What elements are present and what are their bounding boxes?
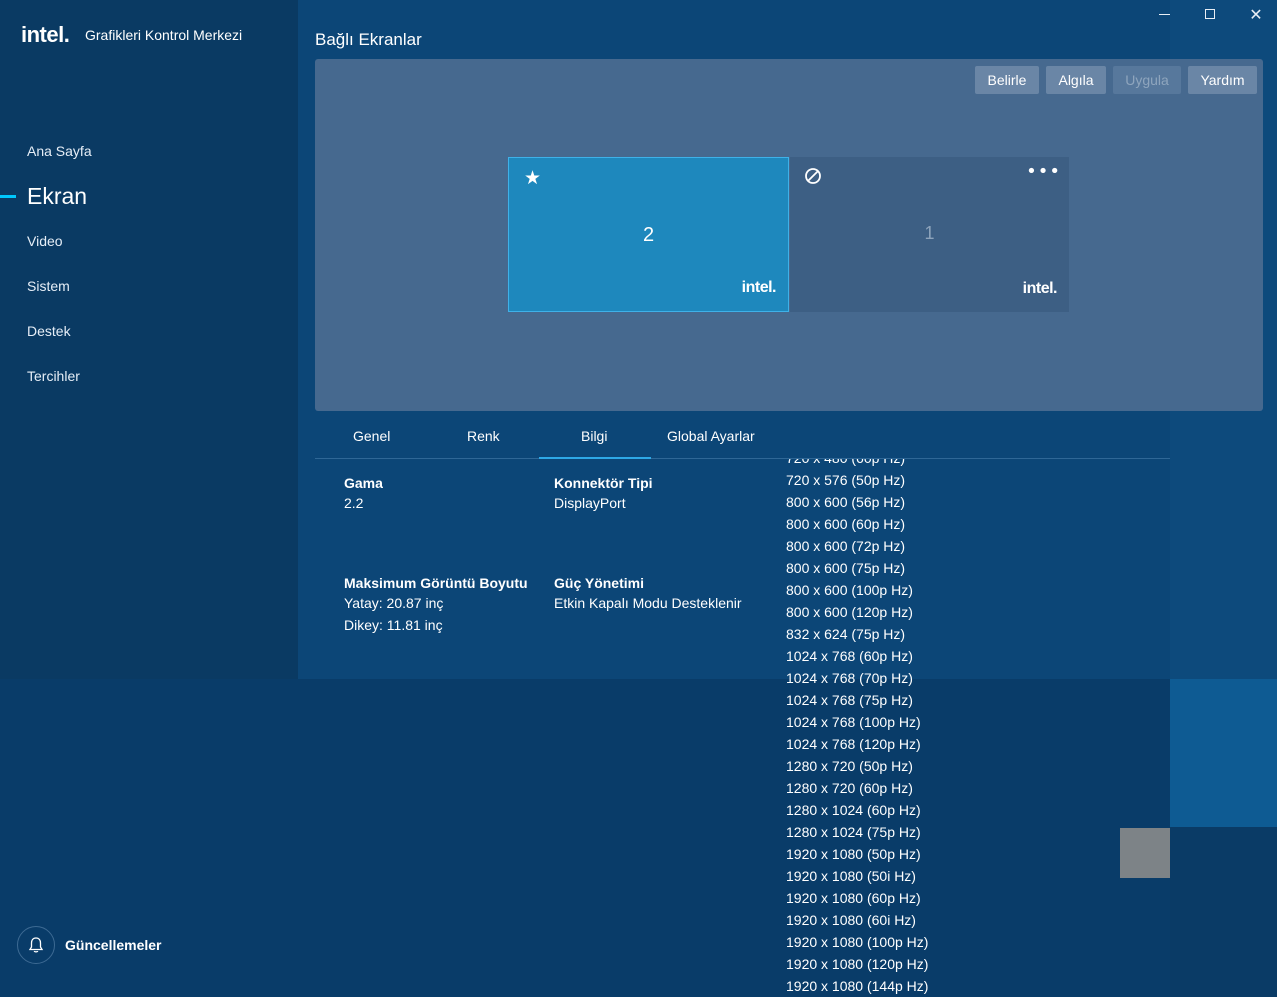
resolution-list-item: 1024 x 768 (75p Hz) xyxy=(786,692,913,708)
disabled-icon xyxy=(804,167,822,189)
star-icon: ★ xyxy=(524,167,542,189)
resolution-list-item: 1024 x 768 (100p Hz) xyxy=(786,714,921,730)
intel-logo: intel. xyxy=(1022,280,1058,297)
connector-type-value: DisplayPort xyxy=(554,495,626,511)
minimize-icon xyxy=(1158,13,1170,15)
resolution-list-item: 800 x 600 (120p Hz) xyxy=(786,604,913,620)
tab-global-settings[interactable]: Global Ayarlar xyxy=(667,428,755,444)
active-tab-indicator xyxy=(539,457,651,459)
gamma-label: Gama xyxy=(344,475,383,491)
minimize-button[interactable] xyxy=(1141,0,1187,28)
resolution-list-item: 1920 x 1080 (60p Hz) xyxy=(786,890,921,906)
resolution-list-item: 1024 x 768 (70p Hz) xyxy=(786,670,913,686)
resolution-list-item: 720 x 576 (50p Hz) xyxy=(786,472,906,488)
monitor-number: 1 xyxy=(924,223,935,243)
resolution-list-item: 800 x 600 (56p Hz) xyxy=(786,494,906,510)
apply-button[interactable]: Uygula xyxy=(1113,66,1181,94)
resolution-list-item: 1024 x 768 (60p Hz) xyxy=(786,648,913,664)
resolution-list-item: 720 x 480 (60p Hz) xyxy=(786,459,928,469)
nav-item-preferences[interactable]: Tercihler xyxy=(27,368,80,384)
background-block xyxy=(1170,827,1277,997)
resolution-list-item: 1280 x 1024 (60p Hz) xyxy=(786,802,921,818)
display-arrangement-panel xyxy=(315,59,1263,411)
maximize-button[interactable] xyxy=(1187,0,1233,28)
updates-label: Güncellemeler xyxy=(65,937,162,953)
power-management-label: Güç Yönetimi xyxy=(554,575,644,591)
monitor-tile-2[interactable]: ★ 2 intel. xyxy=(508,157,789,312)
monitor-tile-1[interactable]: ••• 1 intel. xyxy=(790,157,1069,312)
resolution-list-item: 832 x 624 (75p Hz) xyxy=(786,626,906,642)
bell-icon xyxy=(17,926,55,964)
tab-color[interactable]: Renk xyxy=(467,428,500,444)
tab-general[interactable]: Genel xyxy=(353,428,390,444)
nav-item-display[interactable]: Ekran xyxy=(27,183,87,210)
gamma-value: 2.2 xyxy=(344,495,364,511)
help-button[interactable]: Yardım xyxy=(1188,66,1257,94)
more-options-icon[interactable]: ••• xyxy=(1026,161,1061,182)
resolution-list-item: 800 x 600 (100p Hz) xyxy=(786,582,913,598)
nav-item-system[interactable]: Sistem xyxy=(27,278,70,294)
close-icon: ✕ xyxy=(1249,4,1263,24)
intel-logo: intel. xyxy=(21,22,70,47)
monitor-number: 2 xyxy=(642,224,655,246)
active-nav-indicator xyxy=(0,195,16,198)
updates-button[interactable]: Güncellemeler xyxy=(17,926,162,964)
resolution-list-item: 800 x 600 (60p Hz) xyxy=(786,516,906,532)
background-block xyxy=(0,679,1170,997)
resolution-list-item: 1920 x 1080 (100p Hz) xyxy=(786,934,929,950)
page-title: Bağlı Ekranlar xyxy=(315,30,422,49)
resolution-list-item: 1920 x 1080 (50i Hz) xyxy=(786,868,916,884)
power-management-value: Etkin Kapalı Modu Desteklenir xyxy=(554,595,742,611)
detect-button[interactable]: Algıla xyxy=(1046,66,1106,94)
max-display-size-label: Maksimum Görüntü Boyutu xyxy=(344,575,528,591)
background-block xyxy=(1120,828,1170,878)
resolution-list-item: 1920 x 1080 (60i Hz) xyxy=(786,912,916,928)
resolution-list-item: 1280 x 720 (60p Hz) xyxy=(786,780,913,796)
horizontal-size-value: Yatay: 20.87 inç xyxy=(344,595,444,611)
intel-logo: intel. xyxy=(741,279,777,296)
resolution-list-item: 1024 x 768 (120p Hz) xyxy=(786,736,921,752)
tab-info[interactable]: Bilgi xyxy=(581,428,607,444)
resolution-list-item: 1920 x 1080 (120p Hz) xyxy=(786,956,929,972)
nav-item-support[interactable]: Destek xyxy=(27,323,71,339)
background-block xyxy=(1170,679,1277,827)
close-button[interactable]: ✕ xyxy=(1233,0,1277,28)
app-title: Grafikleri Kontrol Merkezi xyxy=(85,27,243,43)
identify-button[interactable]: Belirle xyxy=(975,66,1039,94)
resolution-list-item: 1920 x 1080 (144p Hz) xyxy=(786,978,929,994)
resolution-list-item: 800 x 600 (72p Hz) xyxy=(786,538,906,554)
supported-resolutions-list[interactable]: 720 x 480 (60p Hz) 720 x 576 (50p Hz) 800 … xyxy=(786,459,986,997)
maximize-icon xyxy=(1205,9,1215,19)
resolution-list-item: 1280 x 720 (50p Hz) xyxy=(786,758,913,774)
nav-item-video[interactable]: Video xyxy=(27,233,63,249)
connector-type-label: Konnektör Tipi xyxy=(554,475,653,491)
resolution-list-item: 1280 x 1024 (75p Hz) xyxy=(786,824,921,840)
resolution-list-item: 800 x 600 (75p Hz) xyxy=(786,560,906,576)
nav-item-home[interactable]: Ana Sayfa xyxy=(27,143,92,159)
tab-bar: Genel Renk Bilgi Global Ayarlar xyxy=(315,417,1170,459)
resolution-list-item: 1920 x 1080 (50p Hz) xyxy=(786,846,921,862)
vertical-size-value: Dikey: 11.81 inç xyxy=(344,617,443,633)
